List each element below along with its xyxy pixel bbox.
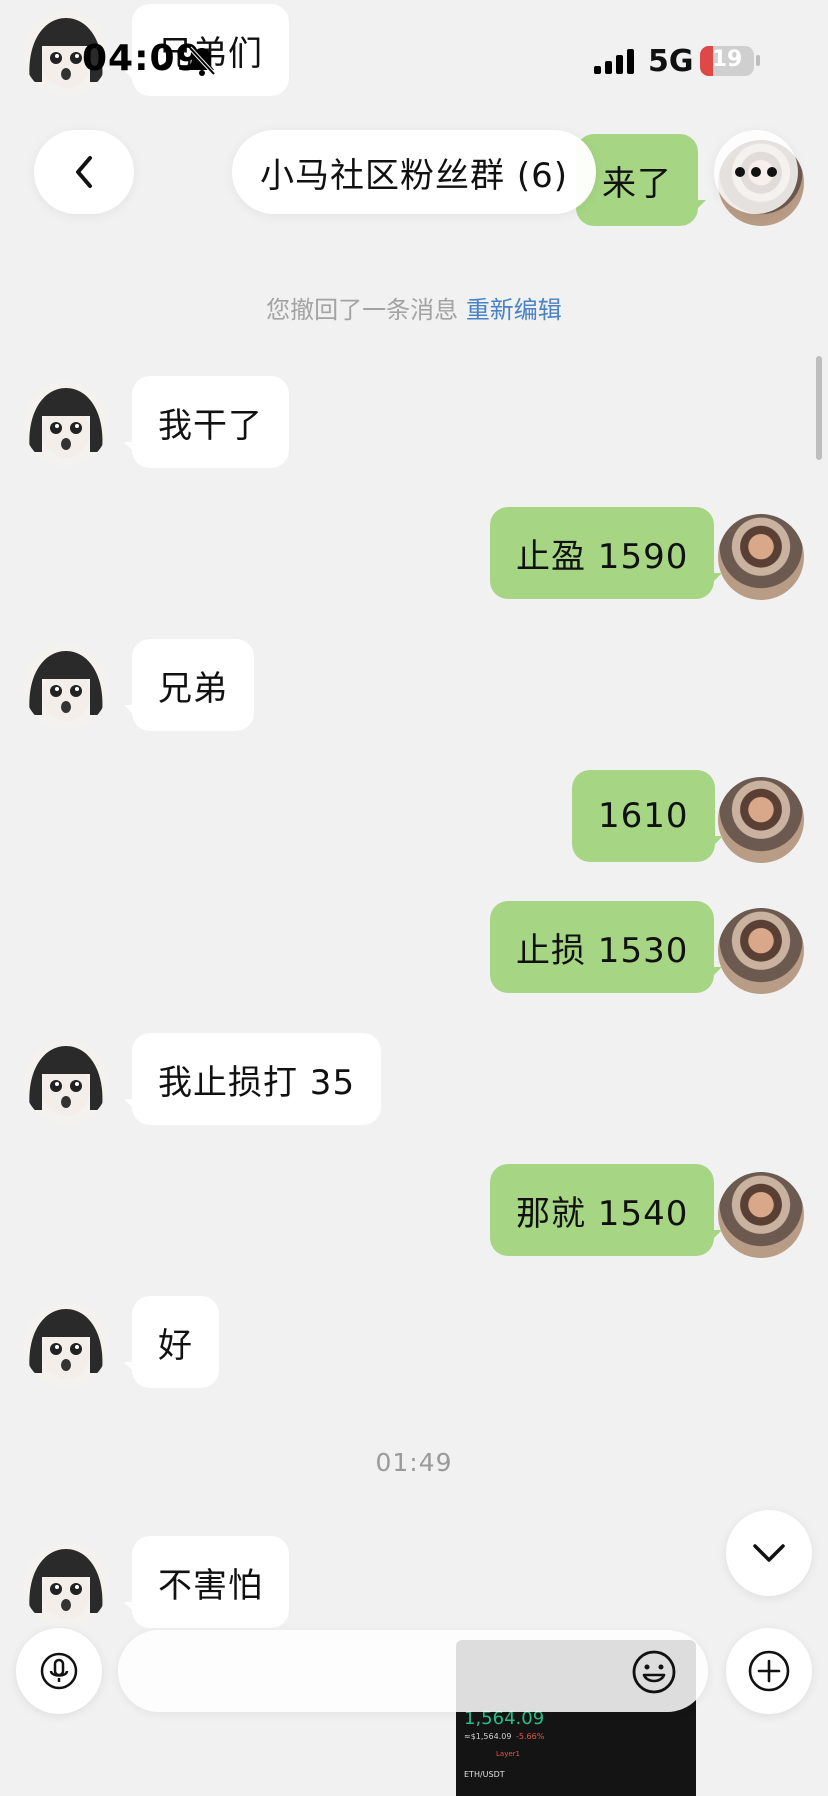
recall-notice: 您撤回了一条消息 重新编辑 [0,290,828,325]
message-bubble[interactable]: 止盈 1590 [490,507,723,599]
message-bubble[interactable]: 兄弟 [124,639,254,731]
avatar[interactable] [24,1303,108,1387]
back-button[interactable] [34,130,134,214]
message-bubble[interactable]: 那就 1540 [490,1164,723,1256]
thumb-usd-price: ≈$1,564.09 [464,1732,512,1741]
battery-level: 19 [711,47,743,72]
group-name: 小马社区粉丝群 (6) [260,155,568,196]
more-button[interactable] [714,130,798,214]
avatar[interactable] [24,645,108,729]
network-type: 5G [648,44,694,79]
emoji-button[interactable] [628,1646,680,1698]
scrollbar[interactable] [816,356,822,460]
avatar[interactable] [718,777,804,863]
message-bubble[interactable]: 我止损打 35 [123,1033,382,1125]
cartoon-avatar-icon [29,1046,103,1116]
more-dots-icon [735,167,777,177]
thumb-pair: ETH/USDT [464,1770,505,1779]
message-input[interactable] [118,1630,708,1712]
thumb-tag: Layer1 [496,1750,520,1758]
battery-icon: 19 [700,46,754,76]
cartoon-avatar-icon [29,388,103,458]
cartoon-avatar-icon [29,1549,103,1619]
recall-text: 您撤回了一条消息 [266,296,459,324]
message-bubble[interactable]: 好 [124,1296,219,1388]
scroll-down-button[interactable] [726,1510,812,1596]
message-bubble[interactable]: 我干了 [124,376,289,468]
microphone-icon [40,1652,78,1690]
plus-icon [748,1650,790,1692]
avatar[interactable] [24,1040,108,1124]
thumb-change: -5.66% [516,1732,545,1741]
message-bubble[interactable]: 1610 [572,770,723,862]
voice-button[interactable] [16,1628,102,1714]
more-actions-button[interactable] [726,1628,812,1714]
emoji-icon [632,1650,676,1694]
chevron-left-icon [76,156,92,188]
status-time: 04:09 [82,38,202,79]
reedit-link[interactable]: 重新编辑 [466,296,562,324]
chevron-down-icon [753,1544,785,1562]
bell-muted-icon [188,46,216,76]
message-bubble[interactable]: 不害怕 [124,1536,289,1628]
avatar[interactable] [718,1172,804,1258]
avatar[interactable] [24,382,108,466]
message-timestamp: 01:49 [375,1448,453,1477]
message-bubble[interactable]: 止损 1530 [490,901,723,993]
signal-icon [594,49,634,74]
chat-title[interactable]: 小马社区粉丝群 (6) [232,130,596,214]
avatar[interactable] [718,908,804,994]
avatar[interactable] [718,514,804,600]
avatar[interactable] [24,1543,108,1627]
cartoon-avatar-icon [29,1309,103,1379]
cartoon-avatar-icon [29,651,103,721]
